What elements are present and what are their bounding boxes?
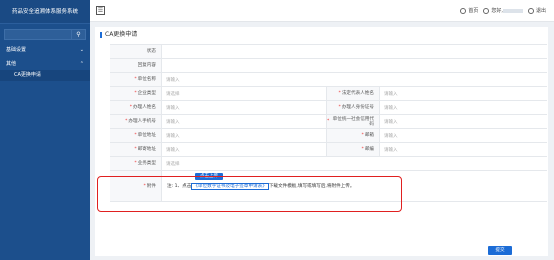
- handler-phone-input[interactable]: 请输入: [162, 115, 327, 128]
- unit-address-input[interactable]: 请输入: [162, 129, 327, 142]
- form-row-mail: * 邮寄地址 请输入 * 邮编 请输入: [110, 142, 547, 156]
- handler-name-input[interactable]: 请输入: [162, 101, 327, 114]
- handler-id-input[interactable]: 请输入: [380, 101, 547, 114]
- search-input[interactable]: [4, 29, 72, 40]
- credit-code-input[interactable]: 请输入: [380, 115, 547, 128]
- power-icon: [527, 7, 534, 14]
- status-value: [162, 45, 547, 58]
- user-info: 您好,: [483, 7, 523, 14]
- legal-rep-input[interactable]: 请输入: [380, 87, 547, 100]
- sidebar: 药品安全追溯体系服务系统 ⚲ 基础设置 ⌄ 其他 ⌃ CA更换申请: [0, 0, 90, 260]
- unit-address-label: * 单位地址: [110, 129, 162, 142]
- home-link[interactable]: 首页: [460, 7, 478, 14]
- handler-id-label: * 办理人身份证号: [327, 101, 380, 114]
- form-row-address: * 单位地址 请输入 * 邮箱 请输入: [110, 128, 547, 142]
- logout-label: 退出: [535, 8, 546, 14]
- reply-value: [162, 59, 547, 72]
- sidebar-item-ca-change[interactable]: CA更换申请: [0, 70, 90, 81]
- form-row-unit-name: * 单位名称 请输入: [110, 72, 547, 86]
- handler-name-label: * 办理人姓名: [110, 101, 162, 114]
- main-panel: CA更换申请 状态 回复内容 * 单位名称 请输入 * 企业类型 请选择 * 法定代表…: [95, 27, 548, 256]
- chevron-up-icon: ⌃: [79, 61, 84, 67]
- page-title: CA更换申请: [100, 32, 137, 38]
- menu-toggle-icon[interactable]: ☰: [96, 6, 105, 15]
- sidebar-group-label: 其他: [6, 61, 17, 67]
- logout-link[interactable]: 退出: [527, 7, 546, 14]
- user-icon: [483, 7, 490, 14]
- chevron-down-icon: ⌄: [79, 47, 84, 53]
- search-icon[interactable]: ⚲: [72, 29, 86, 40]
- handler-phone-label: * 办理人手机号: [110, 115, 162, 128]
- unit-name-input[interactable]: 请输入: [162, 73, 547, 86]
- topbar: ☰ 首页 您好, 退出: [90, 0, 554, 22]
- company-type-label: * 企业类型: [110, 87, 162, 100]
- mail-address-label: * 邮寄地址: [110, 143, 162, 156]
- home-label: 首页: [468, 8, 479, 14]
- form-row-reply: 回复内容: [110, 58, 547, 72]
- sidebar-group-basic[interactable]: 基础设置 ⌄: [0, 44, 90, 56]
- home-icon: [460, 7, 467, 14]
- postcode-input[interactable]: 请输入: [380, 143, 547, 156]
- form-row-status: 状态: [110, 44, 547, 58]
- mail-address-input[interactable]: 请输入: [162, 143, 327, 156]
- status-label: 状态: [110, 45, 162, 58]
- postcode-label: * 邮编: [327, 143, 380, 156]
- company-type-select[interactable]: 请选择: [162, 87, 327, 100]
- form-row-company: * 企业类型 请选择 * 法定代表人姓名 请输入: [110, 86, 547, 100]
- business-type-label: * 业务类型: [110, 157, 162, 170]
- form-row-handler: * 办理人姓名 请输入 * 办理人身份证号 请输入: [110, 100, 547, 114]
- sidebar-search: ⚲: [4, 29, 86, 40]
- form-row-phone: * 办理人手机号 请输入 * 单位统一社会信用代码 请输入: [110, 114, 547, 128]
- form-row-business: * 业务类型 请选择: [110, 156, 547, 170]
- submit-button[interactable]: 提交: [488, 246, 512, 255]
- highlight-box: [97, 176, 402, 212]
- sidebar-group-other[interactable]: 其他 ⌃: [0, 58, 90, 70]
- app-title: 药品安全追溯体系服务系统: [0, 0, 90, 24]
- email-input[interactable]: 请输入: [380, 129, 547, 142]
- greeting: 您好,: [491, 8, 503, 14]
- business-type-select[interactable]: 请选择: [162, 157, 547, 170]
- sidebar-group-label: 基础设置: [6, 47, 27, 53]
- reply-label: 回复内容: [110, 59, 162, 72]
- username-masked: [502, 8, 523, 13]
- email-label: * 邮箱: [327, 129, 380, 142]
- credit-code-label: * 单位统一社会信用代码: [327, 115, 380, 128]
- legal-rep-label: * 法定代表人姓名: [327, 87, 380, 100]
- unit-name-label: * 单位名称: [110, 73, 162, 86]
